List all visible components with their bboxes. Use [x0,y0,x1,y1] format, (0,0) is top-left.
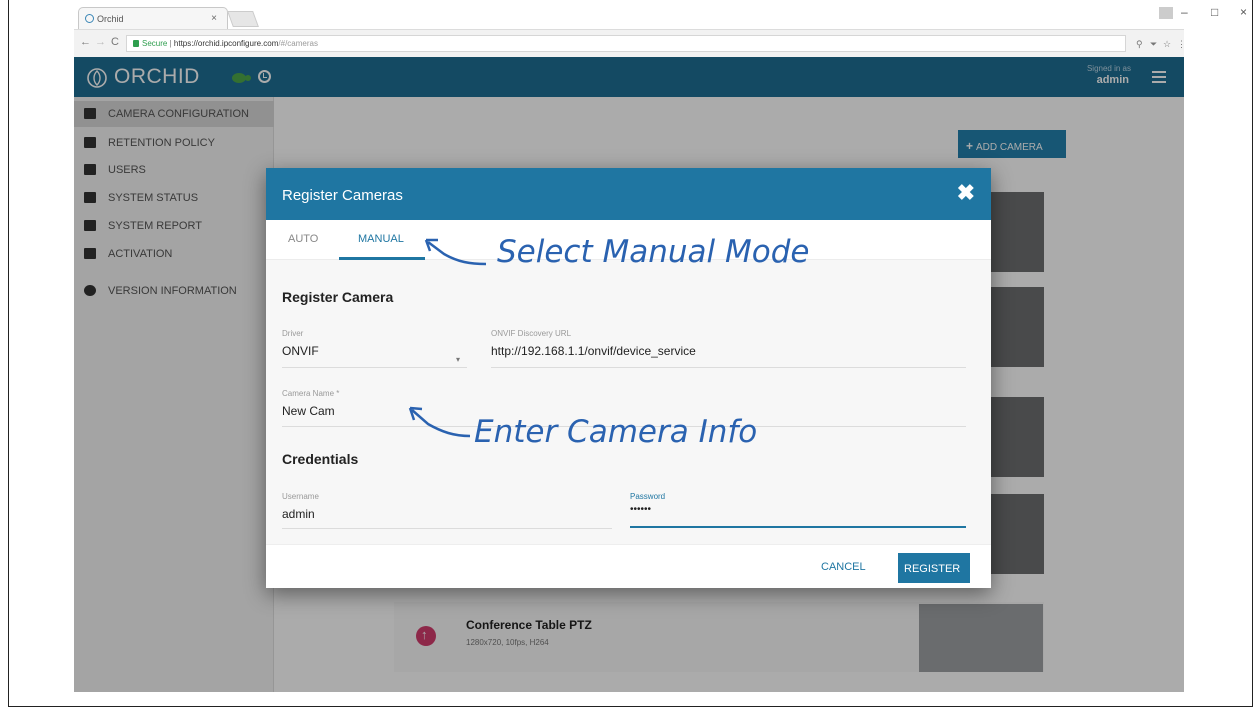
username-label: Username [282,492,319,501]
close-icon[interactable]: ✖ [957,182,975,204]
chevron-down-icon[interactable]: ▾ [456,355,460,364]
maximize-button[interactable]: □ [1211,5,1218,19]
discovery-url-input[interactable]: http://192.168.1.1/onvif/device_service [491,344,696,358]
url-path: /#/cameras [278,39,318,48]
tab-auto[interactable]: AUTO [288,233,318,245]
profile-icon[interactable] [1159,7,1173,19]
forward-button[interactable]: → [95,36,106,48]
cancel-button[interactable]: CANCEL [821,561,866,573]
dialog-footer: CANCEL REGISTER [266,544,991,588]
camera-name-label: Camera Name * [282,389,340,398]
minimize-button[interactable]: – [1181,5,1188,19]
discovery-url-label: ONVIF Discovery URL [491,329,572,338]
browser-tabstrip: Orchid × – □ × [74,3,1247,29]
browser-tab[interactable]: Orchid × [78,7,228,29]
browser-tab-title: Orchid [97,14,124,24]
dialog-title: Register Cameras [282,187,403,204]
star-icon[interactable]: ☆ [1163,39,1171,50]
new-tab-button[interactable] [227,11,259,27]
secure-label: Secure [142,39,168,48]
driver-underline [282,367,467,368]
tab-manual[interactable]: MANUAL [358,233,404,245]
filter-icon[interactable]: ⏷ [1150,39,1157,50]
reload-button[interactable]: C [111,36,119,48]
back-button[interactable]: ← [80,36,91,48]
register-cameras-dialog: Register Cameras ✖ AUTO MANUAL Register … [266,168,991,588]
credentials-heading: Credentials [282,451,359,467]
window-close-button[interactable]: × [1240,5,1247,19]
annotation-arrow-info [408,406,471,438]
annotation-select-manual-mode: Select Manual Mode [497,234,810,270]
camera-name-input[interactable]: New Cam [282,404,335,418]
driver-select[interactable]: ONVIF [282,344,319,358]
username-underline [282,528,612,529]
password-underline-focused [630,526,966,528]
search-icon[interactable]: ⚲ [1136,39,1143,50]
register-camera-heading: Register Camera [282,289,394,305]
register-button[interactable]: REGISTER [898,553,970,583]
password-label: Password [630,492,666,501]
annotation-arrow-manual [424,238,487,266]
lock-icon [133,40,139,47]
dialog-body: Register Camera Driver ONVIF ▾ ONVIF Dis… [266,260,991,544]
orchid-favicon-icon [85,14,94,23]
url-host: https://orchid.ipconfigure.com [173,39,279,48]
annotation-enter-camera-info: Enter Camera Info [474,414,758,450]
browser-toolbar: ← → C Secure | https://orchid.ipconfigur… [74,29,1186,57]
tab-close-icon[interactable]: × [211,13,217,24]
dialog-header: Register Cameras ✖ [266,168,991,220]
driver-label: Driver [282,329,304,338]
discovery-url-underline [491,367,966,368]
more-icon[interactable]: ⋮ [1177,39,1186,50]
username-input[interactable]: admin [282,507,315,521]
password-input[interactable]: •••••• [630,504,651,515]
address-bar[interactable]: Secure | https://orchid.ipconfigure.com/… [126,35,1126,52]
